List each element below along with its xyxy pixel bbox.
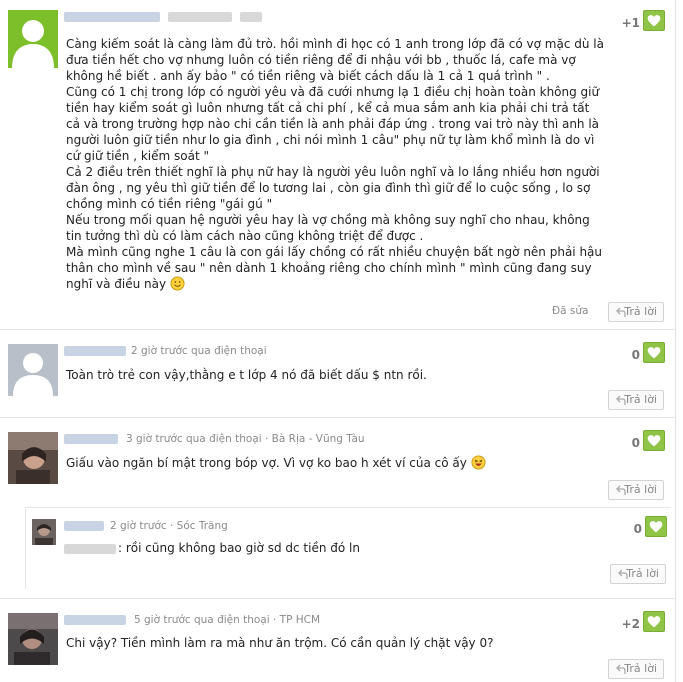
heart-icon (647, 347, 661, 359)
user-photo (32, 519, 56, 545)
user-photo (8, 432, 58, 484)
user-silhouette-icon (12, 20, 54, 68)
comment-meta (168, 12, 232, 22)
user-photo (8, 613, 58, 665)
comment-item: +1 Càng kiếm soát là càng làm đủ trò. hồ… (0, 0, 676, 330)
reply-arrow-icon (616, 485, 626, 495)
vote-score: 0 (631, 436, 640, 450)
comment-paragraph: Cũng có 1 chị trong lớp có người yêu và … (66, 85, 600, 163)
vote-score: +1 (621, 16, 640, 30)
reply-button[interactable]: Trả lời (610, 564, 666, 584)
heart-icon (647, 15, 661, 27)
like-button[interactable] (643, 342, 665, 363)
comment-meta: 3 giờ trước qua điện thoại · Bà Rịa - Vũ… (126, 433, 365, 445)
reply-button[interactable]: Trả lời (608, 302, 664, 322)
comment-paragraph-text: Mà mình cũng nghe 1 câu là con gái lấy c… (66, 245, 603, 291)
vote-score: +2 (621, 617, 640, 631)
mentioned-user[interactable] (64, 544, 116, 554)
reply-label: Trả lời (624, 305, 657, 318)
comment-body: Toàn trò trẻ con vậy,thằng e t lớp 4 nó … (66, 368, 427, 382)
heart-icon (647, 435, 661, 447)
comment-body: Chi vậy? Tiền mình làm ra mà như ăn trộm… (66, 636, 494, 650)
smile-emoji-icon (170, 276, 185, 291)
author-name[interactable] (64, 615, 126, 625)
comment-body: Giấu vào ngăn bí mật trong bóp vợ. Vì vợ… (66, 455, 606, 471)
reply-button[interactable]: Trả lời (608, 659, 664, 679)
reply-arrow-icon (616, 664, 626, 674)
reply-button[interactable]: Trả lời (608, 390, 664, 410)
laugh-emoji-icon (471, 455, 486, 470)
author-name[interactable] (64, 434, 118, 444)
user-silhouette-icon (13, 353, 53, 396)
comment-item: 5 giờ trước qua điện thoại · TP HCM +2 C… (0, 598, 676, 682)
author-name[interactable] (64, 346, 126, 356)
comment-meta: 2 giờ trước qua điện thoại (131, 345, 267, 357)
reply-label: Trả lời (626, 567, 659, 580)
comment-meta: 2 giờ trước · Sóc Trăng (110, 520, 228, 532)
vote-score: 0 (633, 522, 642, 536)
author-name[interactable] (64, 521, 104, 531)
edited-label: Đã sửa (552, 305, 589, 317)
like-button[interactable] (643, 430, 665, 451)
comment-meta: 5 giờ trước qua điện thoại · TP HCM (134, 614, 321, 626)
reply-label: Trả lời (624, 483, 657, 496)
reply-arrow-icon (616, 395, 626, 405)
avatar[interactable] (32, 519, 56, 545)
avatar[interactable] (8, 10, 58, 68)
vote-score: 0 (631, 348, 640, 362)
comment-paragraph-last: Mà mình cũng nghe 1 câu là con gái lấy c… (66, 244, 606, 292)
comment-body: : rồi cũng không bao giờ sd dc tiền đó l… (118, 541, 360, 555)
heart-icon (649, 521, 663, 533)
heart-icon (647, 616, 661, 628)
reply-button[interactable]: Trả lời (608, 480, 664, 500)
author-name[interactable] (64, 12, 160, 22)
comment-paragraph: Càng kiếm soát là càng làm đủ trò. hồi m… (66, 37, 604, 83)
avatar[interactable] (8, 613, 58, 665)
avatar[interactable] (8, 432, 58, 484)
avatar[interactable] (8, 344, 58, 396)
reply-label: Trả lời (624, 662, 657, 675)
like-button[interactable] (645, 516, 667, 537)
reply-arrow-icon (618, 569, 628, 579)
reply-label: Trả lời (624, 393, 657, 406)
nested-reply: 2 giờ trước · Sóc Trăng 0 : rồi cũng khô… (25, 507, 671, 589)
like-button[interactable] (643, 611, 665, 632)
comment-meta-extra (240, 12, 262, 22)
like-button[interactable] (643, 10, 665, 31)
reply-arrow-icon (616, 307, 626, 317)
comment-item: 2 giờ trước qua điện thoại 0 Toàn trò tr… (0, 330, 676, 418)
comment-paragraph: Cả 2 điều trên thiết nghĩ là phụ nữ hay … (66, 165, 600, 211)
comment-item: 3 giờ trước qua điện thoại · Bà Rịa - Vũ… (0, 418, 676, 507)
comment-body: Càng kiếm soát là càng làm đủ trò. hồi m… (66, 36, 606, 292)
comment-paragraph: Nếu trong mối quan hệ người yêu hay là v… (66, 213, 590, 243)
comment-text: Giấu vào ngăn bí mật trong bóp vợ. Vì vợ… (66, 456, 467, 470)
